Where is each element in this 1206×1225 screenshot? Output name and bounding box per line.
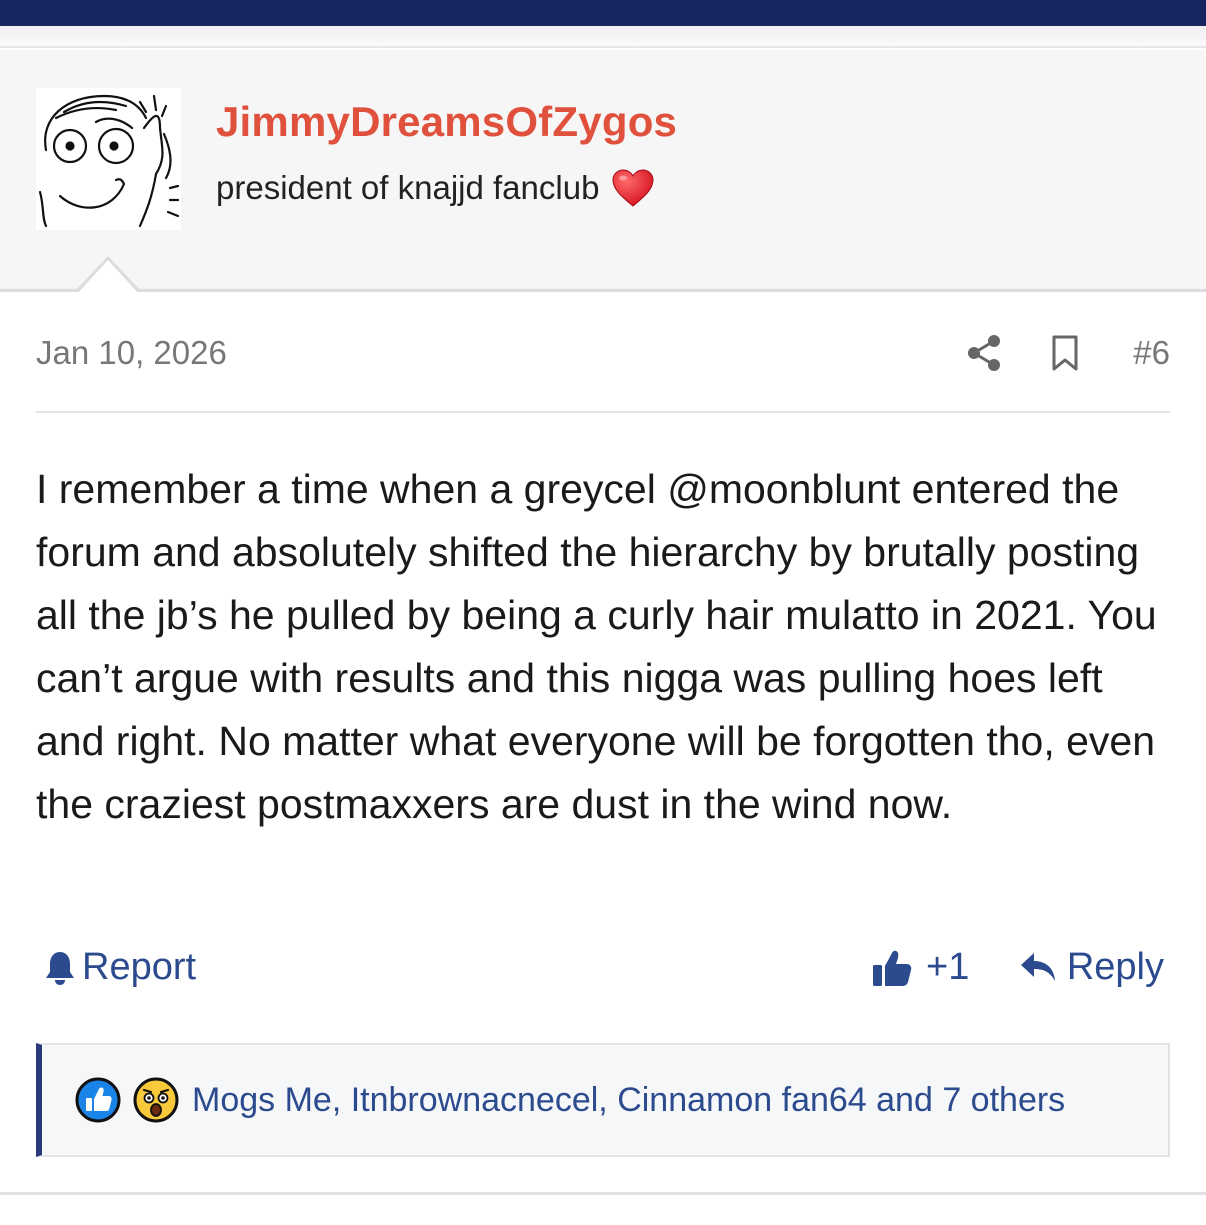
post-user-panel: JimmyDreamsOfZygos president of knajjd f… — [0, 50, 1206, 292]
username-link[interactable]: JimmyDreamsOfZygos — [216, 98, 677, 146]
shocked-reaction-icon — [133, 1077, 179, 1123]
avatar-face — [36, 88, 181, 230]
like-reaction-icon — [75, 1077, 121, 1123]
reaction-users-link[interactable]: Mogs Me, Itnbrownacnecel, Cinnamon fan64… — [192, 1081, 1065, 1120]
bookmark-icon[interactable] — [1050, 334, 1080, 372]
like-count: +1 — [926, 946, 970, 988]
share-icon[interactable] — [966, 334, 1002, 372]
user-title: president of knajjd fanclub — [216, 168, 655, 208]
reactions-bar: Mogs Me, Itnbrownacnecel, Cinnamon fan64… — [36, 1043, 1170, 1157]
thumbs-up-icon — [873, 950, 912, 986]
like-button[interactable]: +1 — [872, 946, 969, 989]
avatar[interactable] — [36, 88, 181, 230]
heart-icon — [612, 169, 654, 207]
meta-divider — [36, 411, 1170, 413]
bell-icon — [46, 951, 74, 985]
topbar-shadow — [0, 26, 1206, 48]
post-actions: Report +1 Reply — [36, 940, 1170, 1000]
top-navigation-bar — [0, 0, 1206, 26]
post-meta: Jan 10, 2026 #6 — [36, 330, 1170, 380]
post-body: I remember a time when a greycel @moonbl… — [36, 466, 1157, 827]
reaction-icons — [74, 1076, 180, 1124]
user-title-text: president of knajjd fanclub — [216, 169, 600, 206]
report-label: Report — [82, 946, 197, 988]
post-date[interactable]: Jan 10, 2026 — [36, 334, 227, 372]
post-number-link[interactable]: #6 — [1133, 334, 1170, 372]
reply-label: Reply — [1066, 946, 1164, 988]
report-button[interactable]: Report — [44, 946, 196, 989]
post-bottom-divider — [0, 1192, 1206, 1195]
reply-arrow-icon — [1020, 952, 1055, 981]
panel-pointer-fill — [77, 260, 139, 294]
reply-button[interactable]: Reply — [1019, 946, 1164, 989]
